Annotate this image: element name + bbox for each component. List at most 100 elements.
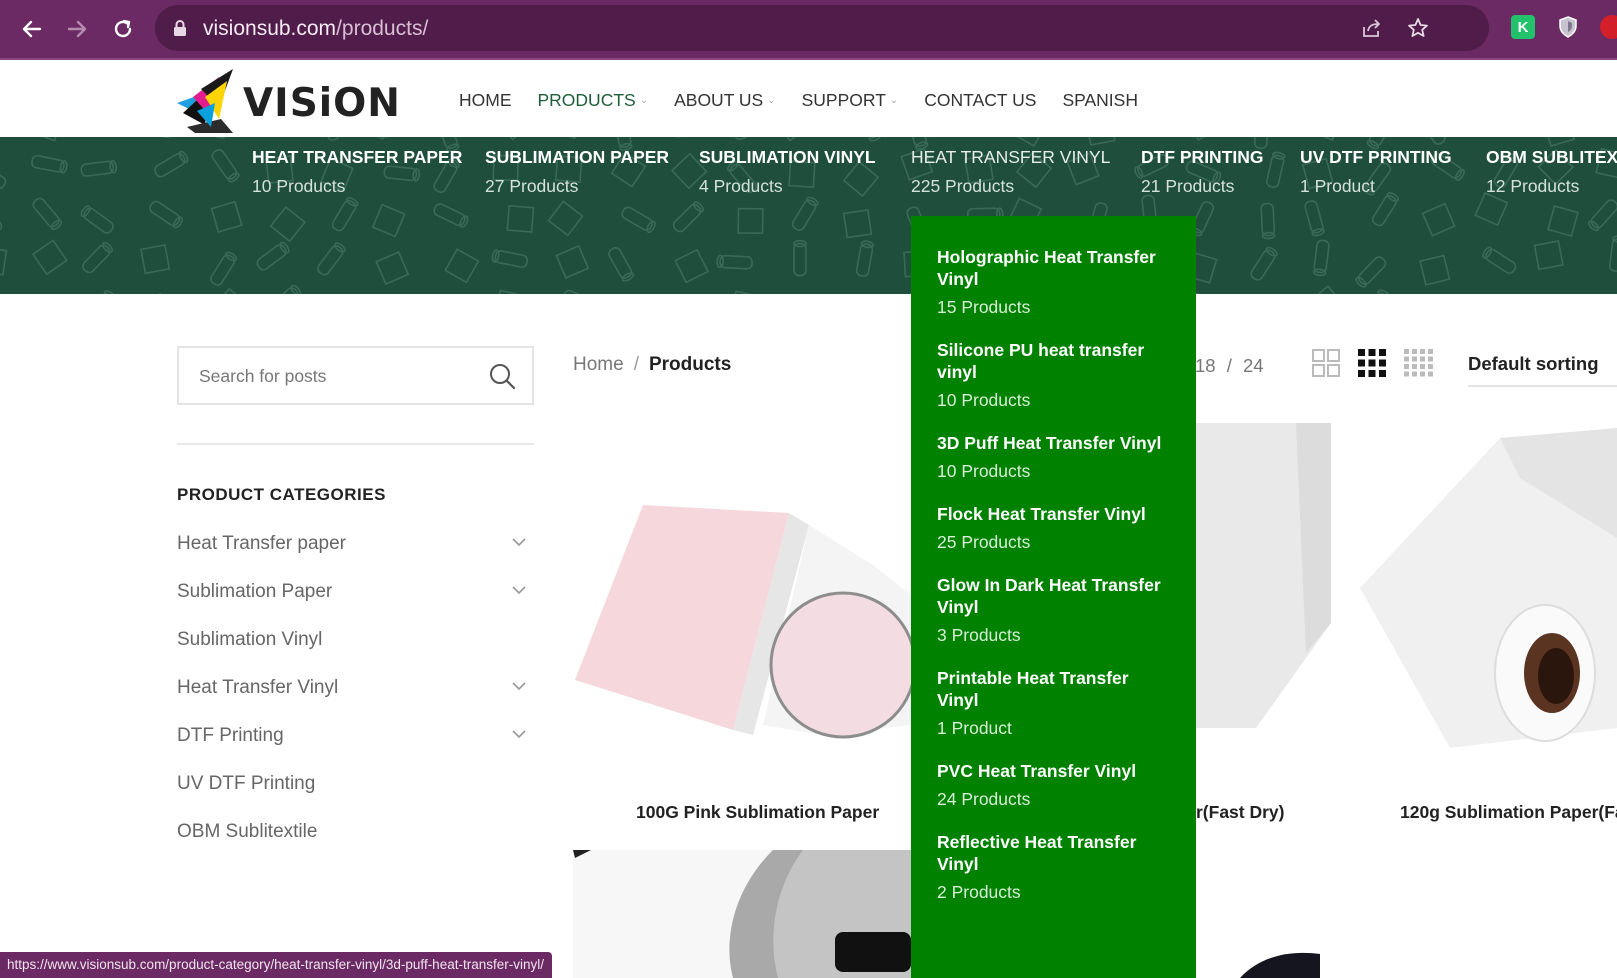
dropdown-item-printable-heat-transfer-vinyl[interactable]: Printable Heat Transfer Vinyl 1 Product	[937, 667, 1170, 739]
dropdown-item-holographic-heat-transfer-vinyl[interactable]: Holographic Heat Transfer Vinyl 15 Produc…	[937, 246, 1170, 318]
sidebar-item-sublimation-vinyl[interactable]: Sublimation Vinyl	[177, 629, 534, 659]
sidebar-item-label: Heat Transfer paper	[177, 533, 346, 554]
reload-icon	[114, 19, 132, 38]
sidebar-divider	[177, 443, 534, 445]
nav-item-contact-us[interactable]: CONTACT US	[924, 90, 1036, 111]
sidebar-item-label: Heat Transfer Vinyl	[177, 677, 339, 698]
sidebar-item-dtf-printing[interactable]: DTF Printing	[177, 725, 534, 755]
category-tab-sublimation-vinyl[interactable]: SUBLIMATION VINYL 4 Products	[699, 147, 876, 197]
product-image-grey-roll[interactable]	[573, 850, 911, 978]
search-icon[interactable]	[488, 362, 516, 390]
shield-extension-icon[interactable]	[1556, 15, 1580, 39]
browser-toolbar: visionsub.com/products/ K	[0, 0, 1617, 58]
reload-button[interactable]	[106, 12, 140, 46]
nav-item-about-us[interactable]: ABOUT US ⌄	[674, 90, 776, 111]
dropdown-item-silicone-pu-heat-transfer-vinyl[interactable]: Silicone PU heat transfer vinyl 10 Produc…	[937, 339, 1170, 411]
site-logo[interactable]: VISiON	[175, 67, 400, 133]
product-image-roll[interactable]	[1196, 423, 1331, 728]
nav-item-products[interactable]: PRODUCTS ⌄	[538, 90, 649, 111]
dropdown-item-glow-in-dark-heat-transfer-vinyl[interactable]: Glow In Dark Heat Transfer Vinyl 3 Produc…	[937, 574, 1170, 646]
heat-transfer-vinyl-dropdown: Holographic Heat Transfer Vinyl 15 Produc…	[911, 216, 1196, 978]
category-tab-sublimation-paper[interactable]: SUBLIMATION PAPER 27 Products	[485, 147, 669, 197]
per-page-selector: 18 / 24	[1195, 355, 1264, 377]
status-bar-url: https://www.visionsub.com/product-catego…	[0, 952, 552, 978]
sidebar-item-heat-transfer-vinyl[interactable]: Heat Transfer Vinyl	[177, 677, 534, 707]
sidebar-item-label: DTF Printing	[177, 725, 284, 746]
dropdown-item-flock-heat-transfer-vinyl[interactable]: Flock Heat Transfer Vinyl 25 Products	[937, 503, 1170, 553]
sidebar-item-uv-dtf-printing[interactable]: UV DTF Printing	[177, 773, 534, 803]
dropdown-item-count: 10 Products	[937, 461, 1031, 481]
chevron-down-icon: ⌄	[889, 95, 899, 106]
lock-icon[interactable]	[173, 19, 187, 37]
dropdown-item-3d-puff-heat-transfer-vinyl[interactable]: 3D Puff Heat Transfer Vinyl 10 Products	[937, 432, 1170, 482]
category-name: HEAT TRANSFER PAPER	[252, 147, 463, 167]
dropdown-item-count: 2 Products	[937, 882, 1021, 902]
dropdown-item-count: 24 Products	[937, 789, 1031, 809]
product-title[interactable]: r(Fast Dry)	[1196, 802, 1285, 823]
product-title[interactable]: 100G Pink Sublimation Paper	[636, 802, 879, 823]
nav-item-spanish[interactable]: SPANISH	[1062, 90, 1138, 111]
category-tab-heat-transfer-vinyl[interactable]: HEAT TRANSFER VINYL 225 Products	[911, 147, 1110, 197]
nav-item-home[interactable]: HOME	[459, 90, 512, 111]
product-image-black-roll[interactable]	[1240, 950, 1320, 978]
dropdown-item-title: PVC Heat Transfer Vinyl	[937, 761, 1137, 781]
share-button[interactable]	[1359, 15, 1385, 41]
dropdown-item-count: 25 Products	[937, 532, 1031, 552]
nav-label: CONTACT US	[924, 90, 1037, 110]
site-header: VISiON HOME PRODUCTS ⌄ ABOUT US ⌄ SUPPORT ⌄ CON…	[0, 58, 1617, 137]
extension-k-icon[interactable]: K	[1511, 15, 1535, 39]
dropdown-item-title: Silicone PU heat transfer vinyl	[937, 340, 1145, 382]
chevron-down-icon[interactable]	[512, 729, 526, 739]
product-image-white-roll[interactable]	[1360, 418, 1617, 758]
sidebar-item-heat-transfer-paper[interactable]: Heat Transfer paper	[177, 533, 534, 563]
grid-view-switcher	[1312, 349, 1434, 377]
arrow-right-icon	[67, 20, 87, 38]
share-icon	[1363, 19, 1380, 37]
nav-item-support[interactable]: SUPPORT ⌄	[802, 90, 899, 111]
address-url[interactable]: visionsub.com/products/	[203, 17, 428, 41]
dropdown-item-title: Printable Heat Transfer Vinyl	[937, 668, 1129, 710]
sidebar-item-label: Sublimation Vinyl	[177, 629, 323, 650]
chevron-down-icon[interactable]	[512, 585, 526, 595]
dropdown-item-title: Flock Heat Transfer Vinyl	[937, 504, 1146, 524]
url-host: visionsub.com	[203, 17, 337, 40]
breadcrumb-home[interactable]: Home	[573, 354, 624, 375]
dropdown-item-count: 10 Products	[937, 390, 1031, 410]
per-page-18[interactable]: 18	[1195, 355, 1216, 376]
category-tab-heat-transfer-paper[interactable]: HEAT TRANSFER PAPER 10 Products	[252, 147, 462, 197]
category-tab-uv-dtf-printing[interactable]: UV DTF PRINTING 1 Product	[1300, 147, 1452, 197]
sidebar-item-sublimation-paper[interactable]: Sublimation Paper	[177, 581, 534, 611]
grid-4-icon[interactable]	[1404, 349, 1434, 377]
grid-3-icon[interactable]	[1358, 349, 1386, 377]
search-field[interactable]: Search for posts	[177, 346, 534, 405]
sorting-select[interactable]: Default sorting	[1468, 353, 1617, 387]
address-bar[interactable]: visionsub.com/products/	[155, 5, 1489, 51]
main-navigation: HOME PRODUCTS ⌄ ABOUT US ⌄ SUPPORT ⌄ CONTACT US…	[459, 90, 1164, 111]
bookmark-button[interactable]	[1405, 15, 1431, 41]
product-image-pink-paper[interactable]	[573, 425, 911, 755]
category-name: DTF PRINTING	[1141, 147, 1264, 167]
dropdown-item-reflective-heat-transfer-vinyl[interactable]: Reflective Heat Transfer Vinyl 2 Products	[937, 831, 1170, 903]
arrow-left-icon	[22, 20, 42, 38]
breadcrumb-separator: /	[633, 354, 639, 375]
category-tab-dtf-printing[interactable]: DTF PRINTING 21 Products	[1141, 147, 1264, 197]
chevron-down-icon: ⌄	[767, 95, 776, 106]
chevron-down-icon[interactable]	[512, 681, 526, 691]
category-name: HEAT TRANSFER VINYL	[911, 147, 1111, 167]
sidebar-item-obm-sublitextile[interactable]: OBM Sublitextile	[177, 821, 534, 851]
category-count: 225 Products	[911, 176, 1015, 196]
chevron-down-icon[interactable]	[512, 537, 526, 547]
nav-label: SPANISH	[1062, 90, 1138, 110]
dropdown-item-pvc-heat-transfer-vinyl[interactable]: PVC Heat Transfer Vinyl 24 Products	[937, 760, 1170, 810]
category-tab-obm-sublitexti[interactable]: OBM SUBLITEXTI 12 Products	[1486, 147, 1617, 197]
product-title[interactable]: 120g Sublimation Paper(Fa	[1400, 802, 1617, 823]
per-page-24[interactable]: 24	[1243, 355, 1264, 376]
grid-2-icon[interactable]	[1312, 349, 1340, 377]
dropdown-item-title: Reflective Heat Transfer Vinyl	[937, 832, 1137, 874]
nav-label: HOME	[459, 90, 512, 110]
category-count: 12 Products	[1486, 176, 1580, 196]
red-extension-icon[interactable]	[1600, 15, 1617, 39]
back-button[interactable]	[15, 12, 49, 46]
category-count: 1 Product	[1300, 176, 1375, 196]
forward-button[interactable]	[60, 12, 94, 46]
